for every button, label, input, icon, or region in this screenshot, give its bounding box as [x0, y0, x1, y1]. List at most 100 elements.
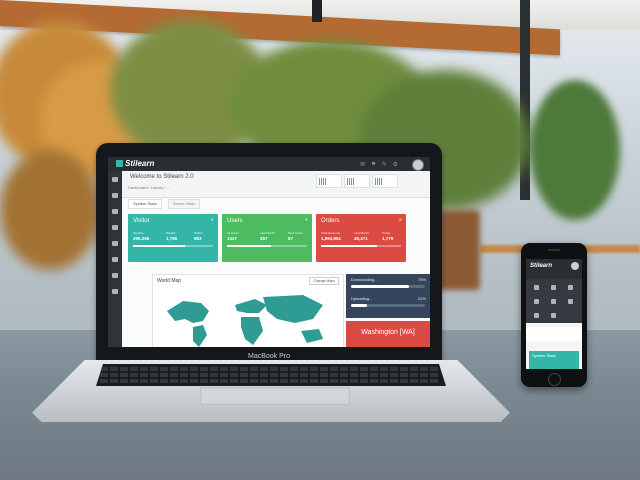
download-progress: [351, 285, 425, 288]
stats-tabs: System Stats Server Stats: [122, 198, 430, 209]
map-region-australia[interactable]: [301, 329, 323, 343]
chart-icon[interactable]: [534, 313, 539, 318]
notification-icons[interactable]: ✉ ⚑ ✎ ⚙: [360, 161, 400, 168]
keyboard: [96, 364, 446, 386]
magnet-icon[interactable]: [568, 285, 573, 290]
close-icon[interactable]: ✕: [211, 217, 214, 222]
download-label: Downloading...: [351, 277, 378, 282]
download-percent: 79%: [417, 277, 426, 282]
stat-value: 1,779: [382, 236, 394, 241]
key-row: [100, 373, 440, 377]
phone-screen: Stilearn System Stats: [526, 259, 582, 369]
map-region-south-america[interactable]: [193, 325, 207, 347]
mini-chart-icon: [375, 178, 383, 185]
stat-value: 1,785: [166, 236, 178, 241]
logo-icon: [116, 160, 123, 167]
stat-label: New Users: [288, 231, 303, 235]
interface-icon[interactable]: [112, 193, 118, 198]
stat-value: 295,296: [133, 236, 150, 241]
card-title: Visitor: [133, 218, 150, 224]
transfer-panel: Downloading... 79% Uploading... 22%: [346, 274, 430, 318]
progress-fill: [351, 285, 410, 288]
app-logo[interactable]: Stilearn: [116, 159, 154, 168]
mini-chart-icon: [319, 178, 327, 185]
interface-icon[interactable]: [551, 285, 556, 290]
phone-tab-label[interactable]: System Stats: [532, 353, 556, 358]
tab-server-stats[interactable]: Server Stats: [168, 199, 201, 209]
phone-menu: [526, 279, 582, 323]
avatar[interactable]: [412, 159, 424, 171]
map-region-asia[interactable]: [263, 295, 323, 323]
dashboard-icon[interactable]: [112, 177, 118, 182]
map-region-europe[interactable]: [235, 299, 267, 313]
photo-scene: Stilearn ✉ ⚑ ✎ ⚙ Welcome to Stilearn 2.0…: [0, 0, 640, 480]
stat-label: Last Month: [354, 231, 369, 235]
key-row: [100, 379, 440, 383]
phone-logo[interactable]: Stilearn: [530, 263, 552, 269]
stat-value: 1437: [227, 236, 238, 241]
home-button: [548, 373, 561, 386]
chart-icon[interactable]: [112, 273, 118, 278]
stat-label: Monthly: [133, 231, 144, 235]
tab-system-stats[interactable]: System Stats: [128, 199, 162, 209]
mini-chart-icon: [347, 178, 355, 185]
upload-progress: [351, 304, 425, 307]
close-icon[interactable]: ✕: [399, 217, 402, 222]
world-map[interactable]: [163, 289, 333, 347]
mini-stat: [316, 174, 342, 188]
mini-stat: [344, 174, 370, 188]
map-title: World Map: [157, 278, 182, 284]
stat-value: 67: [288, 236, 294, 241]
orders-card: Orders ✕ Total Revenue 1,994,951 Last Mo…: [316, 214, 406, 262]
visitor-card: Visitor ✕ Monthly 295,296 Weekly 1,785 O…: [128, 214, 218, 262]
upload-label: Uploading...: [351, 296, 373, 301]
weather-widget: Washington [WA]: [346, 321, 430, 347]
progress-bar: [133, 245, 213, 247]
table-icon[interactable]: [534, 299, 539, 304]
card-title: Users: [227, 218, 243, 224]
weather-location: Washington [WA]: [361, 329, 415, 336]
app-sidebar: [108, 171, 122, 347]
logo-text: Stilearn: [125, 159, 155, 168]
page-header: Welcome to Stilearn 2.0 Dashboard / Libr…: [122, 171, 430, 198]
stat-label: Last Month: [260, 231, 275, 235]
laptop-screen: Stilearn ✉ ⚑ ✎ ⚙ Welcome to Stilearn 2.0…: [108, 157, 430, 347]
form-icon[interactable]: [551, 299, 556, 304]
progress-fill: [351, 304, 368, 307]
phone-stat-card: System Stats: [529, 351, 579, 369]
grid-icon[interactable]: [112, 289, 118, 294]
form-icon[interactable]: [112, 241, 118, 246]
progress-bar: [227, 245, 307, 247]
dashboard-icon[interactable]: [534, 285, 539, 290]
avatar[interactable]: [571, 262, 579, 270]
key-row: [100, 367, 440, 371]
magnet-icon[interactable]: [112, 209, 118, 214]
change-maps-button[interactable]: Change Maps: [309, 277, 339, 285]
progress-fill: [133, 245, 185, 247]
world-map-panel: World Map Change Maps: [152, 274, 344, 347]
progress-fill: [227, 245, 271, 247]
smartphone: Stilearn System Stats: [521, 243, 587, 387]
trackpad: [200, 387, 350, 405]
stat-label: Today: [382, 231, 391, 235]
stat-value: 49,471: [354, 236, 368, 241]
phone-speaker: [548, 249, 560, 251]
progress-bar: [321, 245, 401, 247]
potted-plant: [530, 80, 620, 220]
stat-label: All Users: [227, 231, 240, 235]
stat-label: Weekly: [166, 231, 176, 235]
close-icon[interactable]: ✕: [305, 217, 308, 222]
map-region-north-america[interactable]: [167, 301, 209, 323]
calendar-icon[interactable]: [568, 299, 573, 304]
laptop-lid: Stilearn ✉ ⚑ ✎ ⚙ Welcome to Stilearn 2.0…: [96, 143, 442, 363]
laptop-brand: MacBook Pro: [247, 353, 291, 360]
mini-stat: [372, 174, 398, 188]
upload-percent: 22%: [417, 296, 426, 301]
phone-mini-stats: [526, 327, 582, 341]
table-icon[interactable]: [112, 225, 118, 230]
autumn-tree: [0, 150, 100, 270]
calendar-icon[interactable]: [112, 257, 118, 262]
app-topbar: Stilearn ✉ ⚑ ✎ ⚙: [108, 157, 430, 171]
map-region-africa[interactable]: [241, 317, 263, 345]
grid-icon[interactable]: [551, 313, 556, 318]
